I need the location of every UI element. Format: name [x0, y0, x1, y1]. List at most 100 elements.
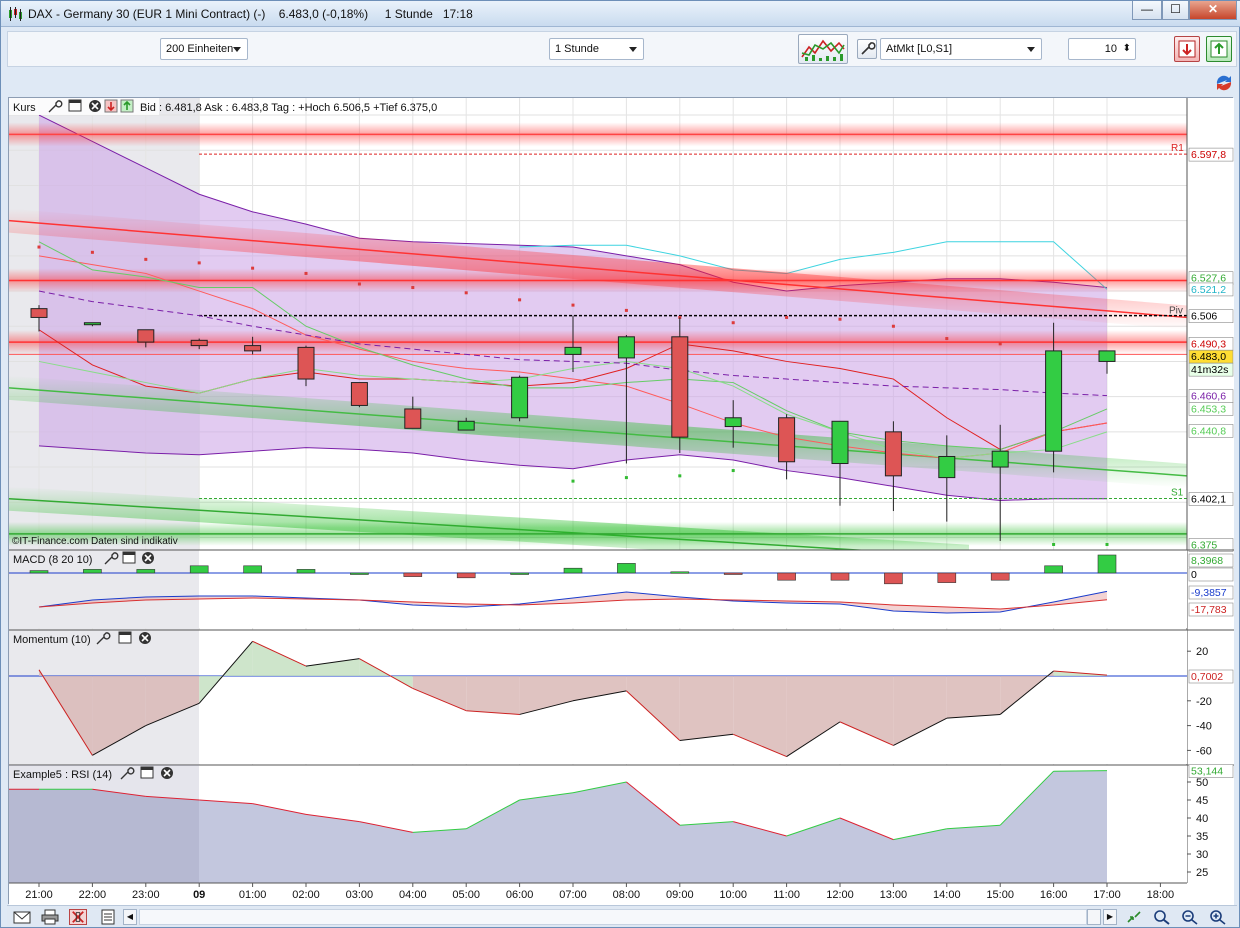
- momentum-tick-label: -60: [1196, 745, 1212, 757]
- print-icon[interactable]: [41, 909, 59, 925]
- candle: [350, 382, 368, 408]
- sar-dot-green: [731, 469, 735, 473]
- macd-bar-negative: [403, 572, 423, 577]
- zoom-out-icon[interactable]: [1181, 909, 1199, 925]
- rsi-tick-label: 50: [1196, 777, 1208, 789]
- time-tick-label: 17:00: [1093, 889, 1121, 901]
- macd-bar-positive: [243, 565, 262, 574]
- candlestick-app-icon: [9, 7, 22, 21]
- sar-dot-red: [624, 308, 628, 312]
- sar-dot-red: [731, 321, 735, 325]
- macd-bar-negative: [884, 572, 903, 585]
- momentum-panel-title: Momentum (10): [13, 634, 91, 646]
- candle-body-bull: [938, 455, 956, 479]
- time-tick-label: 18:00: [1147, 889, 1175, 901]
- zoom-fit-icon[interactable]: [1153, 909, 1171, 925]
- order-type-select-value: AtMkt [L0,S1]: [886, 43, 953, 55]
- sar-dot-red: [251, 266, 255, 270]
- title-bar[interactable]: DAX - Germany 30 (EUR 1 Mini Contract) (…: [1, 1, 1240, 27]
- macd-bar-positive: [1097, 554, 1117, 574]
- maximize-button[interactable]: ☐: [1162, 1, 1189, 20]
- stepper-arrows-icon[interactable]: ⬍: [1123, 39, 1131, 59]
- interval-select[interactable]: 1 Stunde: [549, 38, 644, 60]
- zoom-in-icon[interactable]: [1209, 909, 1227, 925]
- rsi-tick-label: 30: [1196, 849, 1208, 861]
- macd-bar-negative: [777, 572, 796, 581]
- macd-bar-positive: [670, 571, 690, 574]
- sar-dot-red: [144, 257, 148, 261]
- candle-body-bear: [350, 382, 368, 406]
- macd-bar-negative: [830, 572, 850, 581]
- scroll-left-button[interactable]: ◀: [123, 909, 137, 925]
- refresh-sync-button[interactable]: [1213, 72, 1235, 92]
- window-titlebar-icon: [69, 100, 81, 103]
- notes-icon[interactable]: [99, 909, 117, 925]
- quantity-value: 10: [1104, 43, 1117, 55]
- settings-wrench-button[interactable]: [857, 39, 877, 59]
- macd-bar-positive: [189, 565, 209, 574]
- rsi-previous-shade: [9, 765, 199, 883]
- time-tick-label: 23:00: [132, 889, 160, 901]
- close-button[interactable]: ✕: [1189, 1, 1237, 20]
- price-badge-label: 6.402,1: [1191, 494, 1226, 506]
- time-tick-label: 06:00: [506, 889, 534, 901]
- candle-body-bull: [457, 420, 475, 431]
- scroll-right-button[interactable]: ▶: [1103, 909, 1117, 925]
- momentum-tick-label: 20: [1196, 646, 1208, 658]
- macd-badge-label: -17,783: [1191, 604, 1227, 616]
- quote-line: Bid : 6.481,8 Ask : 6.483,8 Tag : +Hoch …: [140, 102, 437, 114]
- price-badge-label: 6.440,8: [1191, 425, 1226, 437]
- sar-dot-red: [304, 271, 308, 275]
- time-tick-label: 04:00: [399, 889, 427, 901]
- chart-area[interactable]: 6.6206.6006.5806.5606.5406.5206.5006.480…: [8, 97, 1234, 905]
- macd-bar-negative: [937, 572, 957, 583]
- time-tick-label: 02:00: [292, 889, 320, 901]
- macd-badge-label: 8,3968: [1191, 555, 1223, 567]
- candle-body-bear: [30, 308, 48, 318]
- candle-body-bull: [1045, 350, 1063, 452]
- indicators-button[interactable]: [798, 34, 848, 64]
- window-title: DAX - Germany 30 (EUR 1 Mini Contract) (…: [28, 7, 473, 21]
- minimize-button[interactable]: —: [1132, 1, 1162, 20]
- sar-dot-green: [678, 474, 682, 478]
- footer-note: ©IT-Finance.com Daten sind indikativ: [12, 536, 178, 547]
- compress-chart-icon[interactable]: [1125, 909, 1143, 925]
- macd-bar-positive: [510, 572, 529, 575]
- candle-body-bull: [831, 420, 849, 465]
- macd-bar-positive: [350, 572, 369, 575]
- sar-dot-red: [998, 342, 1002, 346]
- time-tick-label: 12:00: [826, 889, 854, 901]
- macd-bar-positive: [617, 563, 636, 574]
- units-select[interactable]: 200 Einheiten: [160, 38, 248, 60]
- scroll-thumb[interactable]: [1087, 909, 1101, 925]
- time-tick-label: 13:00: [880, 889, 908, 901]
- mail-icon[interactable]: [13, 909, 31, 925]
- time-tick-label: 15:00: [986, 889, 1014, 901]
- candle: [511, 375, 529, 422]
- rsi-line-segment: [1053, 770, 1108, 772]
- chart-canvas[interactable]: 6.6206.6006.5806.5606.5406.5206.5006.480…: [9, 98, 1234, 905]
- rsi-tick-label: 45: [1196, 795, 1208, 807]
- time-tick-label: 01:00: [239, 889, 267, 901]
- price-badge-label: 6.597,8: [1191, 149, 1226, 161]
- sar-dot-green: [1105, 542, 1109, 546]
- window-titlebar-icon: [119, 632, 131, 635]
- sar-dot-red: [945, 337, 949, 341]
- momentum-tick-label: -20: [1196, 696, 1212, 708]
- chart-toolbar: 200 Einheiten 1 Stunde AtMkt [L0,S1] 10 …: [7, 31, 1237, 67]
- order-type-select[interactable]: AtMkt [L0,S1]: [880, 38, 1042, 60]
- momentum-tick-label: -40: [1196, 721, 1212, 733]
- buy-button[interactable]: [1206, 36, 1232, 62]
- time-tick-label: 05:00: [452, 889, 480, 901]
- quantity-stepper[interactable]: 10 ⬍: [1068, 38, 1136, 60]
- candle-body-bull: [724, 417, 742, 428]
- delete-drawing-icon[interactable]: [69, 909, 87, 925]
- sar-dot-red: [197, 261, 201, 265]
- sar-dot-red: [411, 286, 415, 290]
- candle-body-bear: [297, 346, 315, 380]
- horizontal-scrollbar[interactable]: [139, 909, 1087, 925]
- candle-body-bull: [1098, 350, 1116, 362]
- price-badge-label: 6.506: [1191, 311, 1217, 323]
- sell-button[interactable]: [1174, 36, 1200, 62]
- candle-body-bear: [137, 329, 155, 343]
